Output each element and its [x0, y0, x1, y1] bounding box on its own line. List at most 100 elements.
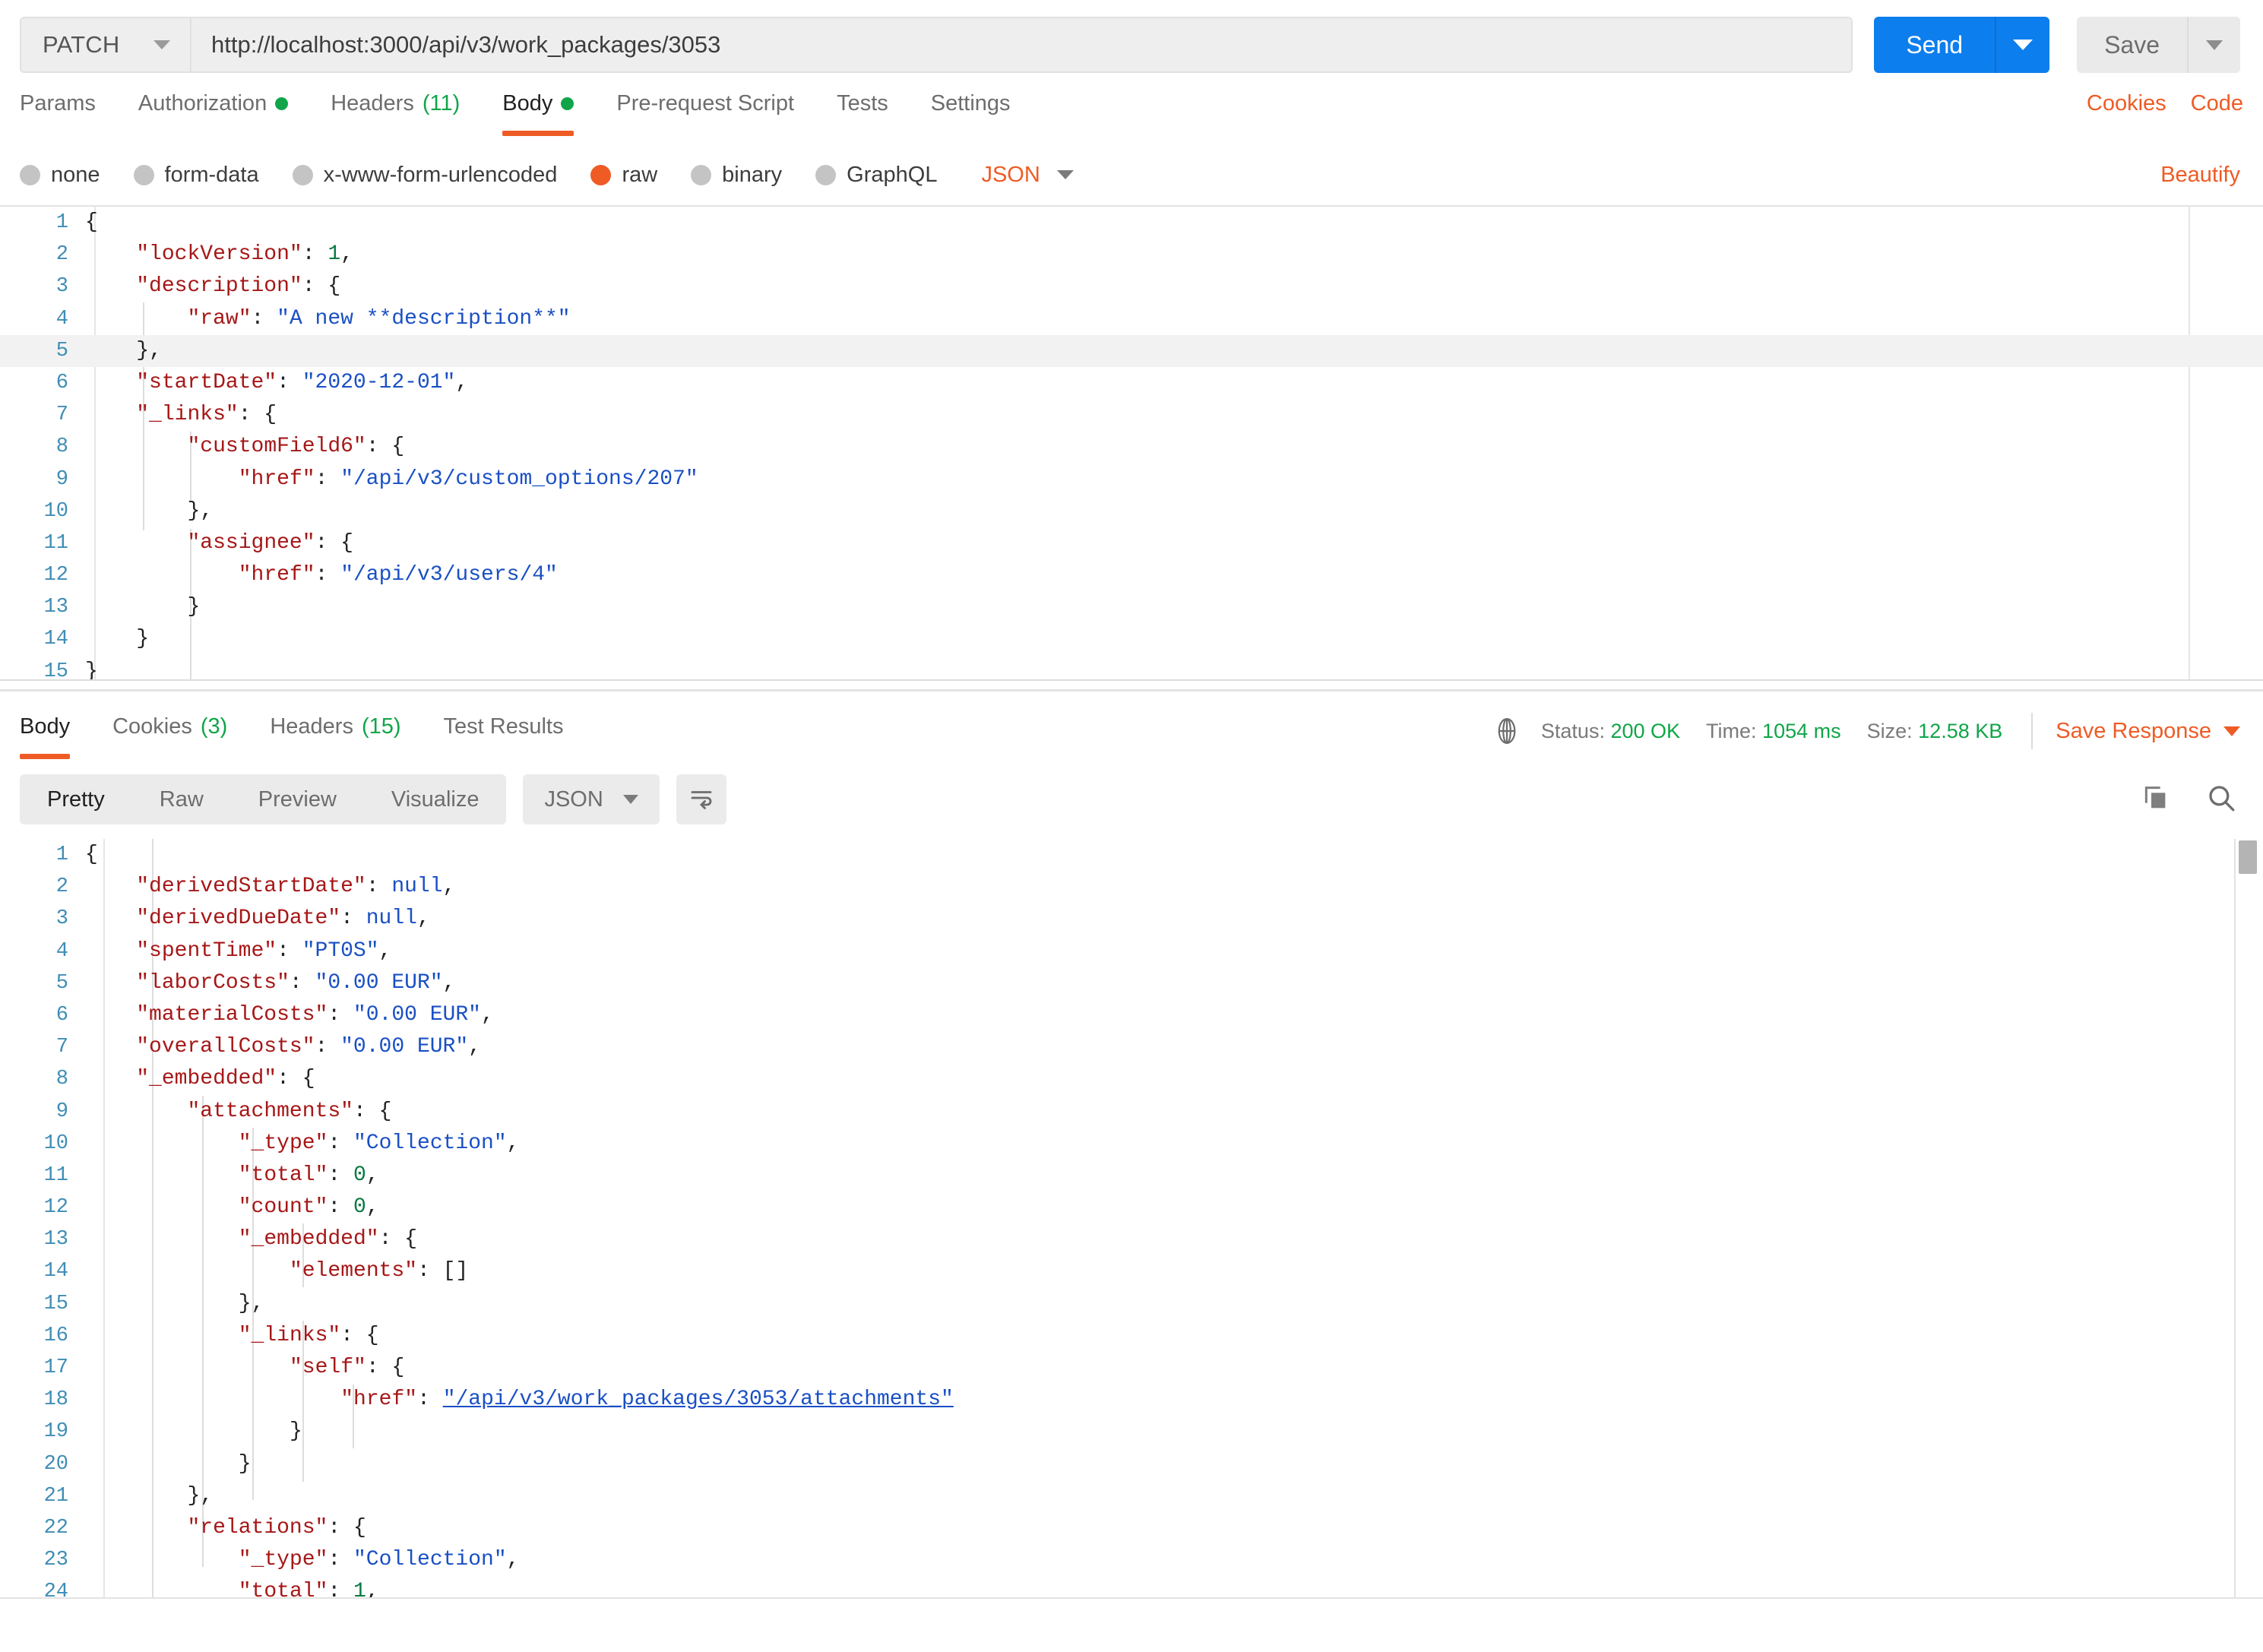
code-line[interactable]: 20 } — [0, 1448, 2263, 1480]
line-number: 19 — [43, 1420, 68, 1444]
code-line[interactable]: 4 "spentTime": "PT0S", — [0, 935, 2263, 967]
copy-button[interactable] — [2140, 783, 2170, 817]
save-response-button[interactable]: Save Response — [2056, 719, 2243, 744]
code-line[interactable]: 5 "laborCosts": "0.00 EUR", — [0, 967, 2263, 999]
cookies-link[interactable]: Cookies — [2087, 91, 2166, 116]
copy-icon — [2140, 783, 2170, 817]
code-line[interactable]: 17 "self": { — [0, 1352, 2263, 1384]
code-line[interactable]: 9 "attachments": { — [0, 1096, 2263, 1128]
code-line-text: } — [187, 595, 201, 619]
line-number: 11 — [43, 1163, 68, 1187]
send-options-button[interactable] — [1995, 17, 2050, 73]
tab-params[interactable]: Params — [20, 87, 96, 116]
chevron-down-icon — [2206, 40, 2223, 50]
code-line[interactable]: 18 "href": "/api/v3/work_packages/3053/a… — [0, 1384, 2263, 1416]
body-type-x-www-form-urlencoded[interactable]: x-www-form-urlencoded — [292, 163, 557, 188]
code-line[interactable]: 10 }, — [0, 495, 2263, 527]
response-tab-test-results[interactable]: Test Results — [444, 710, 564, 739]
code-line[interactable]: 24 "total": 1, — [0, 1576, 2263, 1599]
code-line[interactable]: 6 "startDate": "2020-12-01", — [0, 367, 2263, 399]
code-line-text: "startDate": "2020-12-01", — [136, 370, 469, 394]
request-tabs: Params Authorization Headers (11) Body P… — [0, 87, 2263, 141]
response-body-viewer[interactable]: 1{2 "derivedStartDate": null, 3 "derivedD… — [0, 839, 2263, 1599]
code-line[interactable]: 3 "description": { — [0, 271, 2263, 302]
tab-pre-request-script[interactable]: Pre-request Script — [616, 87, 794, 116]
code-line[interactable]: 2 "derivedStartDate": null, — [0, 871, 2263, 903]
body-type-raw[interactable]: raw — [590, 163, 657, 188]
code-line[interactable]: 15} — [0, 656, 2263, 679]
radio-label: raw — [622, 162, 658, 187]
radio-label: GraphQL — [847, 162, 938, 187]
code-line[interactable]: 2 "lockVersion": 1, — [0, 239, 2263, 271]
code-line[interactable]: 14 "elements": [] — [0, 1255, 2263, 1287]
code-line[interactable]: 9 "href": "/api/v3/custom_options/207" — [0, 464, 2263, 495]
view-pretty[interactable]: Pretty — [20, 774, 132, 824]
tab-body[interactable]: Body — [502, 87, 574, 136]
code-line[interactable]: 23 "_type": "Collection", — [0, 1544, 2263, 1576]
code-line-text: "lockVersion": 1, — [136, 242, 353, 267]
line-number: 10 — [43, 1131, 68, 1155]
code-line[interactable]: 14 } — [0, 623, 2263, 655]
code-line[interactable]: 21 }, — [0, 1480, 2263, 1512]
code-line[interactable]: 13 "_embedded": { — [0, 1223, 2263, 1255]
beautify-link[interactable]: Beautify — [2160, 163, 2243, 188]
code-line[interactable]: 10 "_type": "Collection", — [0, 1128, 2263, 1160]
view-raw[interactable]: Raw — [132, 774, 231, 824]
save-button[interactable]: Save — [2077, 17, 2187, 73]
code-line-text: }, — [187, 1483, 214, 1508]
tab-settings[interactable]: Settings — [931, 87, 1011, 116]
line-number: 18 — [43, 1388, 68, 1412]
body-type-binary[interactable]: binary — [691, 163, 782, 188]
code-line[interactable]: 19 } — [0, 1416, 2263, 1448]
response-tab-body[interactable]: Body — [20, 710, 71, 759]
view-visualize[interactable]: Visualize — [364, 774, 507, 824]
code-line[interactable]: 13 } — [0, 591, 2263, 623]
save-options-button[interactable] — [2187, 17, 2240, 73]
http-method-select[interactable]: PATCH — [21, 18, 191, 71]
url-input[interactable]: http://localhost:3000/api/v3/work_packag… — [191, 18, 1852, 71]
response-format-select[interactable]: JSON — [523, 774, 660, 824]
line-number: 8 — [55, 1068, 68, 1091]
code-line[interactable]: 22 "relations": { — [0, 1512, 2263, 1544]
wrap-text-button[interactable] — [676, 774, 726, 824]
radio-icon — [133, 164, 154, 185]
request-body-editor[interactable]: 1{2 "lockVersion": 1, 3 "description": {4… — [0, 205, 2263, 681]
code-line[interactable]: 7 "overallCosts": "0.00 EUR", — [0, 1031, 2263, 1063]
code-line[interactable]: 8 "_embedded": { — [0, 1063, 2263, 1095]
tab-authorization[interactable]: Authorization — [138, 87, 289, 116]
code-line[interactable]: 8 "customField6": { — [0, 431, 2263, 463]
code-line-text: "derivedStartDate": null, — [136, 875, 456, 899]
code-line[interactable]: 6 "materialCosts": "0.00 EUR", — [0, 999, 2263, 1031]
code-line[interactable]: 11 "assignee": { — [0, 527, 2263, 559]
search-icon — [2205, 782, 2237, 818]
tab-tests[interactable]: Tests — [837, 87, 888, 116]
code-line-text: } — [290, 1419, 302, 1444]
code-line[interactable]: 15 }, — [0, 1288, 2263, 1320]
body-type-form-data[interactable]: form-data — [133, 163, 259, 188]
code-line[interactable]: 7 "_links": { — [0, 399, 2263, 431]
body-type-none[interactable]: none — [20, 163, 100, 188]
code-line[interactable]: 4 "raw": "A new **description**" — [0, 303, 2263, 335]
send-button[interactable]: Send — [1874, 17, 1996, 73]
code-line[interactable]: 12 "href": "/api/v3/users/4" — [0, 559, 2263, 591]
code-line[interactable]: 12 "count": 0, — [0, 1192, 2263, 1223]
response-tab-headers[interactable]: Headers (15) — [270, 710, 400, 739]
body-format-select[interactable]: JSON — [981, 163, 1074, 188]
code-line[interactable]: 3 "derivedDueDate": null, — [0, 903, 2263, 935]
globe-icon — [1492, 717, 1521, 745]
response-tab-cookies[interactable]: Cookies (3) — [112, 710, 227, 739]
search-button[interactable] — [2205, 782, 2237, 818]
code-line[interactable]: 11 "total": 0, — [0, 1160, 2263, 1192]
code-line[interactable]: 1{ — [0, 207, 2263, 239]
code-line[interactable]: 16 "_links": { — [0, 1320, 2263, 1352]
code-link[interactable]: Code — [2191, 91, 2243, 116]
body-type-graphql[interactable]: GraphQL — [815, 163, 937, 188]
line-number: 5 — [55, 971, 68, 995]
save-group: Save — [2077, 17, 2240, 73]
view-preview[interactable]: Preview — [231, 774, 364, 824]
line-number: 24 — [43, 1581, 68, 1599]
tab-headers[interactable]: Headers (11) — [331, 87, 460, 116]
line-number: 20 — [43, 1452, 68, 1476]
code-line[interactable]: 5 }, — [0, 334, 2263, 367]
code-line[interactable]: 1{ — [0, 839, 2263, 871]
